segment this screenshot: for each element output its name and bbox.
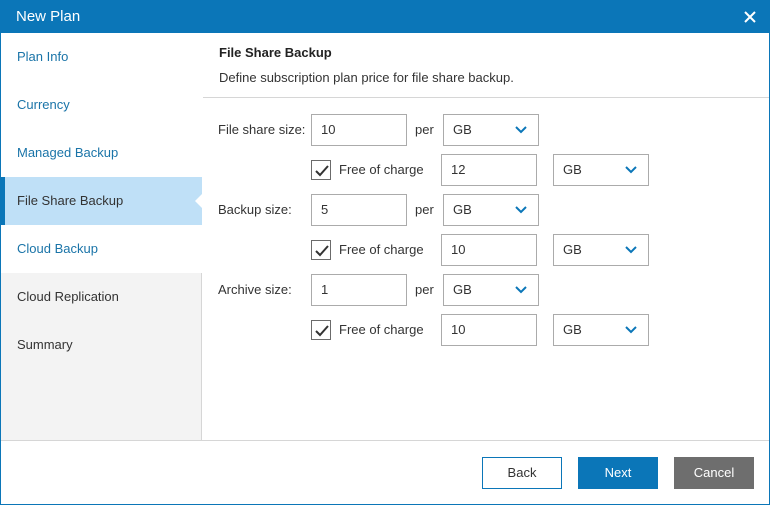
- step-cloud-replication[interactable]: Cloud Replication: [1, 273, 202, 321]
- footer-divider: [1, 440, 769, 441]
- close-button[interactable]: [739, 7, 761, 27]
- chevron-down-icon: [625, 326, 637, 334]
- step-currency[interactable]: Currency: [1, 81, 202, 129]
- select-value: GB: [563, 162, 582, 177]
- file-share-size-label: File share size:: [218, 122, 306, 137]
- chevron-down-icon: [625, 166, 637, 174]
- step-plan-info[interactable]: Plan Info: [1, 33, 202, 81]
- checkmark-icon: [315, 245, 329, 257]
- select-value: GB: [563, 242, 582, 257]
- step-cloud-backup[interactable]: Cloud Backup: [1, 225, 202, 273]
- file-share-free-checkbox[interactable]: [311, 160, 331, 180]
- archive-free-checkbox[interactable]: [311, 320, 331, 340]
- chevron-down-icon: [515, 206, 527, 214]
- close-icon: [744, 11, 756, 23]
- next-button[interactable]: Next: [578, 457, 658, 489]
- backup-size-input[interactable]: 5: [311, 194, 407, 226]
- file-share-free-input[interactable]: 12: [441, 154, 537, 186]
- title-bar: New Plan: [1, 1, 769, 33]
- step-summary[interactable]: Summary: [1, 321, 202, 369]
- backup-free-unit-select[interactable]: GB: [553, 234, 649, 266]
- per-label: per: [415, 202, 434, 217]
- archive-size-unit-select[interactable]: GB: [443, 274, 539, 306]
- per-label: per: [415, 122, 434, 137]
- select-value: GB: [453, 202, 472, 217]
- new-plan-dialog: New Plan Plan Info Currency Managed Back…: [0, 0, 770, 505]
- backup-size-unit-select[interactable]: GB: [443, 194, 539, 226]
- free-of-charge-label: Free of charge: [339, 162, 424, 177]
- select-value: GB: [453, 282, 472, 297]
- per-label: per: [415, 282, 434, 297]
- checkmark-icon: [315, 325, 329, 337]
- chevron-down-icon: [625, 246, 637, 254]
- free-of-charge-label: Free of charge: [339, 242, 424, 257]
- archive-free-unit-select[interactable]: GB: [553, 314, 649, 346]
- step-title: File Share Backup: [219, 45, 332, 60]
- file-share-size-input[interactable]: 10: [311, 114, 407, 146]
- select-value: GB: [453, 122, 472, 137]
- chevron-down-icon: [515, 286, 527, 294]
- select-value: GB: [563, 322, 582, 337]
- file-share-size-unit-select[interactable]: GB: [443, 114, 539, 146]
- backup-free-input[interactable]: 10: [441, 234, 537, 266]
- backup-free-checkbox[interactable]: [311, 240, 331, 260]
- checkmark-icon: [315, 165, 329, 177]
- wizard-steps-sidebar: Plan Info Currency Managed Backup File S…: [1, 33, 203, 440]
- backup-size-label: Backup size:: [218, 202, 292, 217]
- step-managed-backup[interactable]: Managed Backup: [1, 129, 202, 177]
- step-header: File Share Backup Define subscription pl…: [203, 33, 769, 98]
- archive-free-input[interactable]: 10: [441, 314, 537, 346]
- free-of-charge-label: Free of charge: [339, 322, 424, 337]
- back-button[interactable]: Back: [482, 457, 562, 489]
- archive-size-input[interactable]: 1: [311, 274, 407, 306]
- step-subtitle: Define subscription plan price for file …: [219, 70, 514, 85]
- archive-size-label: Archive size:: [218, 282, 292, 297]
- cancel-button[interactable]: Cancel: [674, 457, 754, 489]
- dialog-title: New Plan: [16, 8, 81, 25]
- step-file-share-backup[interactable]: File Share Backup: [1, 177, 203, 225]
- chevron-down-icon: [515, 126, 527, 134]
- file-share-free-unit-select[interactable]: GB: [553, 154, 649, 186]
